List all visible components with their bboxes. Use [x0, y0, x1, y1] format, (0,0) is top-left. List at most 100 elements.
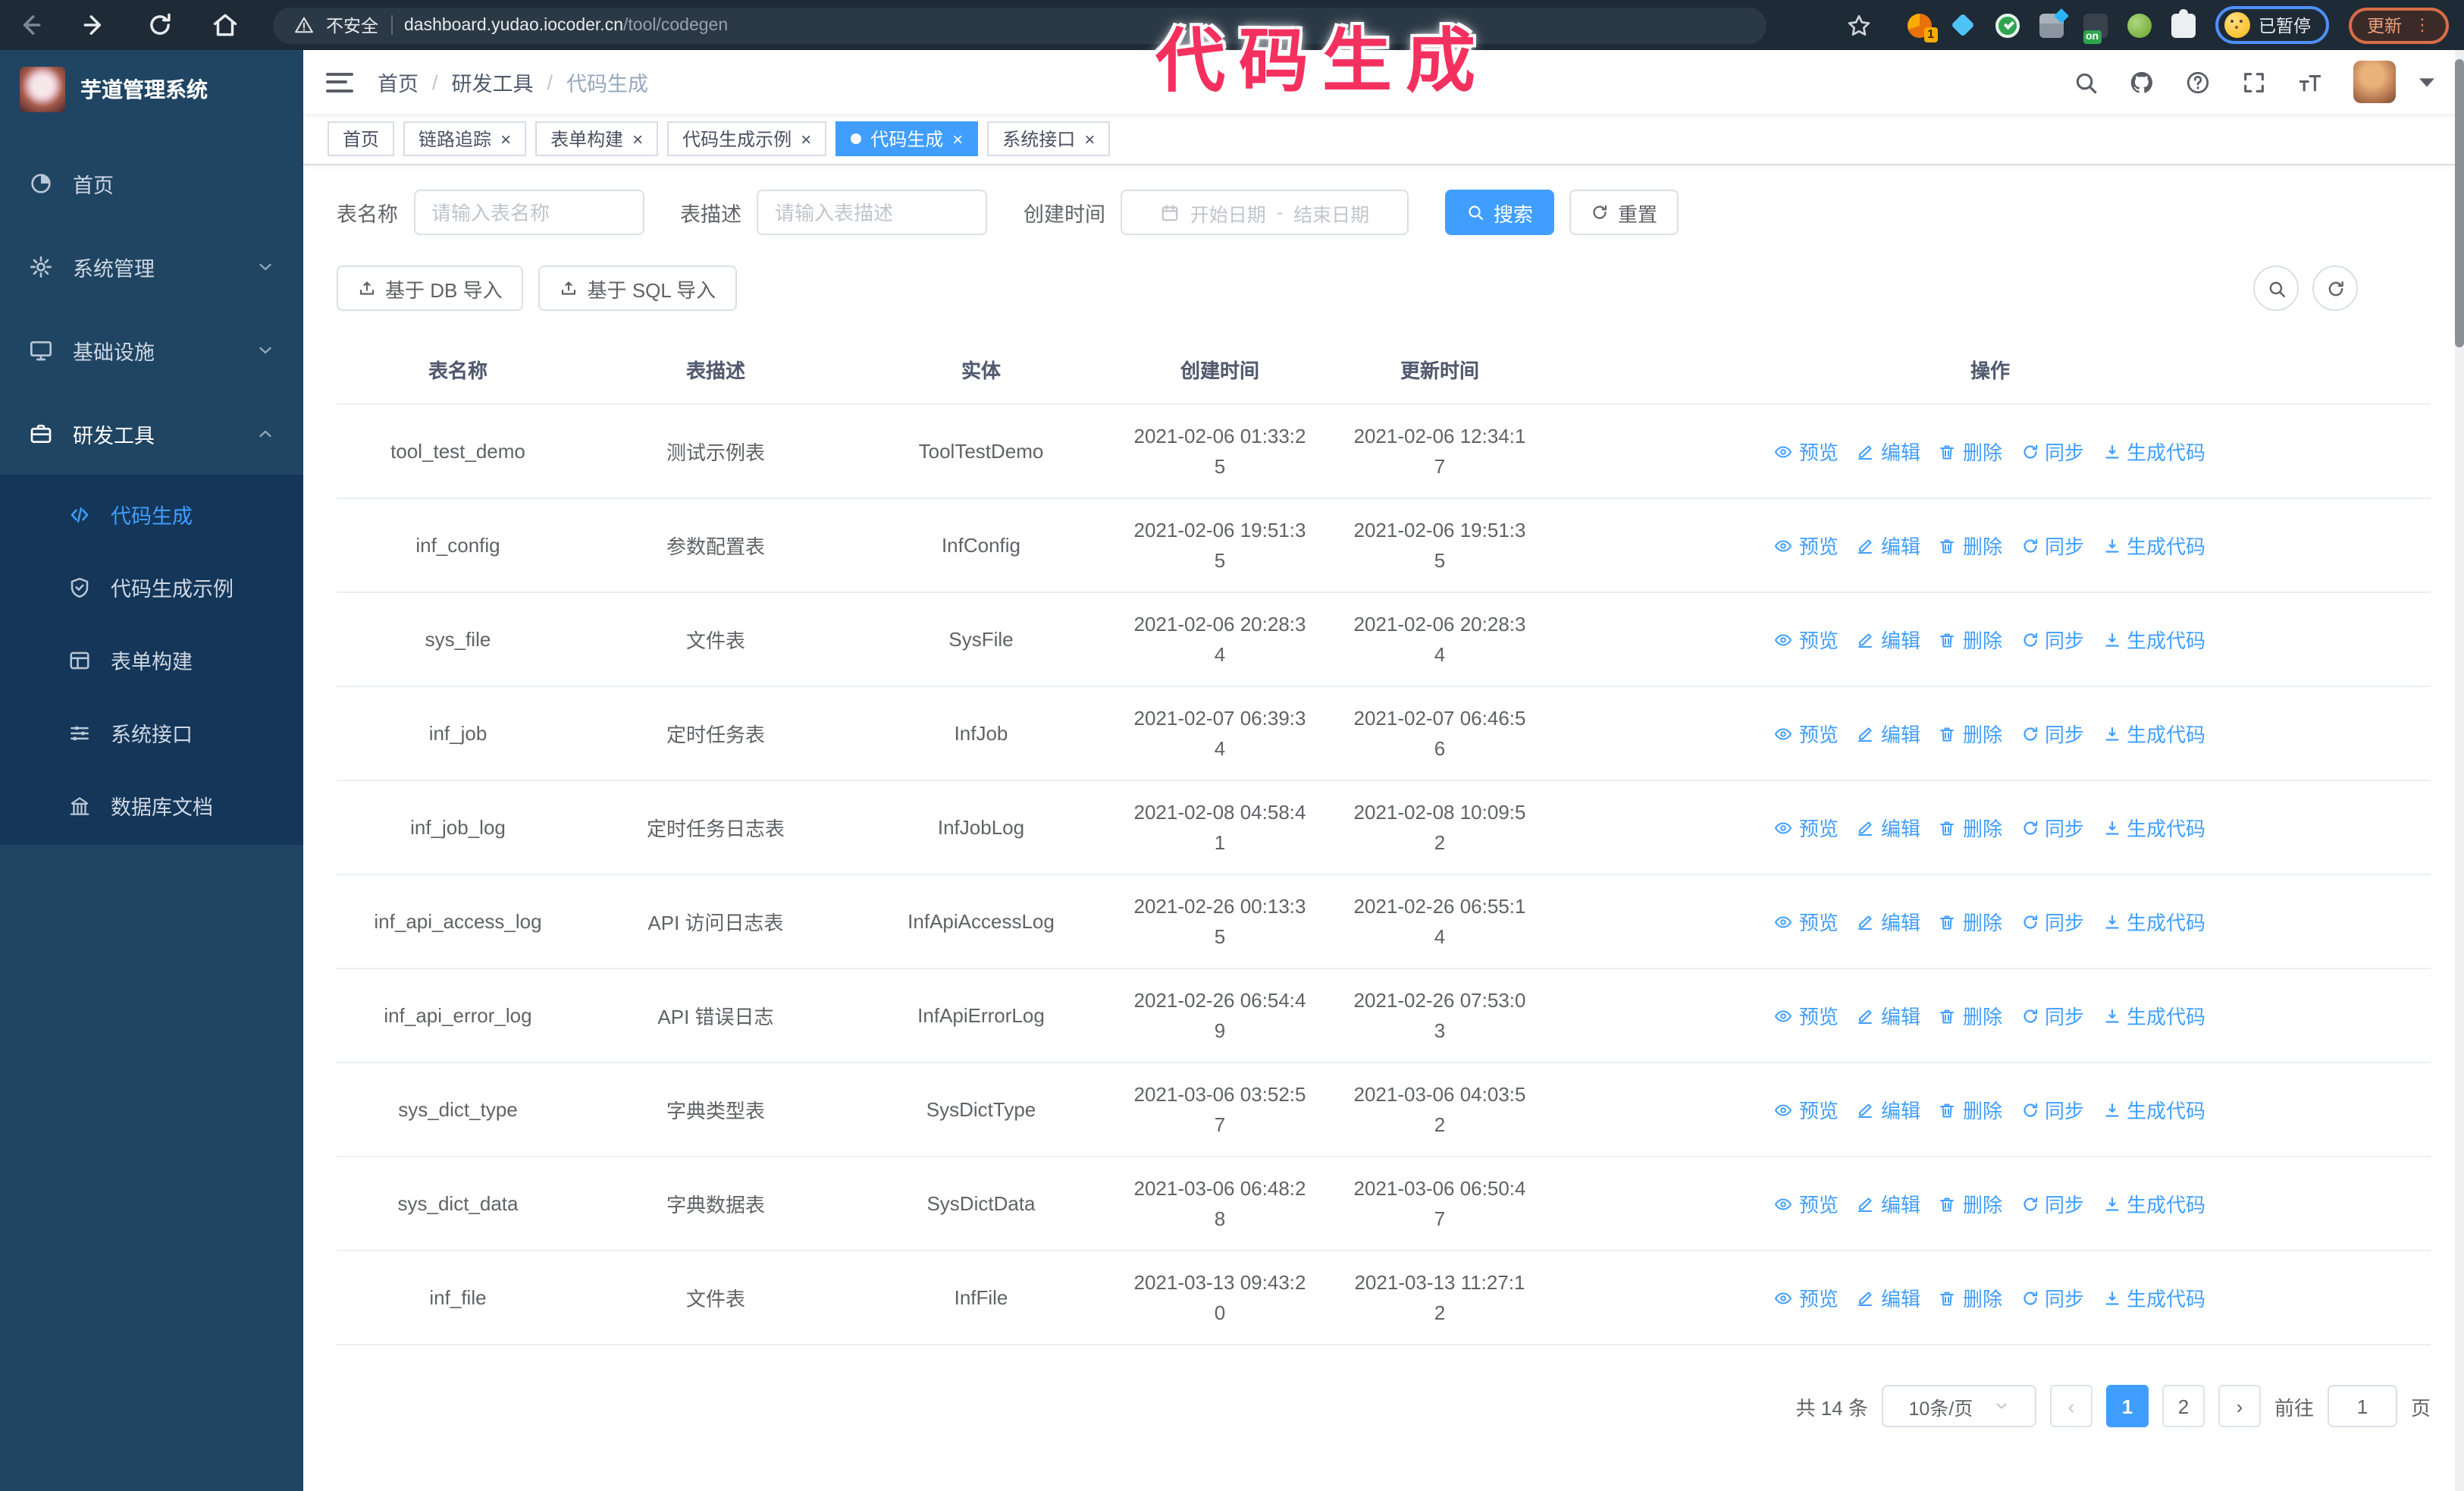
extension-icon-6[interactable]	[2127, 13, 2151, 37]
sidebar-item-infra[interactable]: 基础设施	[0, 308, 303, 391]
chrome-update-button[interactable]: 更新 ⋮	[2349, 7, 2449, 43]
scrollbar-thumb[interactable]	[2455, 59, 2464, 347]
app-logo[interactable]: 芋道管理系统	[0, 50, 303, 129]
hamburger-icon[interactable]	[326, 72, 353, 92]
extensions-puzzle-icon[interactable]	[2171, 8, 2195, 37]
tab-tag[interactable]: 首页	[328, 121, 395, 156]
action-sync[interactable]: 同步	[2020, 1283, 2084, 1312]
browser-menu-icon[interactable]: ⋮	[2414, 15, 2431, 35]
sidebar-subitem-form-builder[interactable]: 表单构建	[0, 623, 303, 696]
caret-down-icon[interactable]	[2414, 69, 2440, 95]
sidebar-subitem-codegen-example[interactable]: 代码生成示例	[0, 551, 303, 623]
action-preview[interactable]: 预览	[1775, 719, 1839, 748]
action-sync[interactable]: 同步	[2020, 437, 2084, 466]
search-button[interactable]: 搜索	[1445, 190, 1555, 235]
action-sync[interactable]: 同步	[2020, 813, 2084, 842]
action-sync[interactable]: 同步	[2020, 531, 2084, 560]
page-number-button[interactable]: 1	[2105, 1385, 2149, 1427]
table-name-input[interactable]	[413, 190, 644, 235]
breadcrumb-dev-tools[interactable]: 研发工具	[452, 67, 534, 97]
sidebar-item-system[interactable]: 系统管理	[0, 224, 303, 308]
action-generate-code[interactable]: 生成代码	[2102, 907, 2205, 936]
action-preview[interactable]: 预览	[1775, 437, 1839, 466]
action-edit[interactable]: 编辑	[1857, 1189, 1920, 1218]
action-generate-code[interactable]: 生成代码	[2102, 1001, 2205, 1030]
font-size-icon[interactable]	[2297, 69, 2323, 95]
action-edit[interactable]: 编辑	[1857, 437, 1920, 466]
bookmark-star-icon[interactable]	[1845, 11, 1872, 39]
help-icon[interactable]	[2185, 69, 2211, 95]
action-delete[interactable]: 删除	[1939, 813, 2002, 842]
extension-icon-5[interactable]: on	[2083, 13, 2107, 43]
profile-paused-badge[interactable]: 已暂停	[2215, 6, 2329, 44]
table-desc-input[interactable]	[757, 190, 987, 235]
goto-page-input[interactable]	[2327, 1385, 2397, 1427]
next-page-button[interactable]: ›	[2218, 1385, 2261, 1427]
close-icon[interactable]: ×	[1084, 130, 1095, 148]
action-sync[interactable]: 同步	[2020, 719, 2084, 748]
action-sync[interactable]: 同步	[2020, 1189, 2084, 1218]
page-size-select[interactable]: 10条/页	[1881, 1385, 2036, 1427]
home-icon[interactable]	[211, 11, 240, 39]
close-icon[interactable]: ×	[801, 130, 811, 148]
page-number-button[interactable]: 2	[2161, 1385, 2205, 1427]
user-avatar[interactable]	[2353, 61, 2396, 103]
action-sync[interactable]: 同步	[2020, 1001, 2084, 1030]
action-edit[interactable]: 编辑	[1857, 719, 1920, 748]
action-edit[interactable]: 编辑	[1857, 1095, 1920, 1124]
action-delete[interactable]: 删除	[1939, 1001, 2002, 1030]
extension-icon-1[interactable]: 1	[1907, 13, 1937, 42]
page-scrollbar[interactable]	[2455, 50, 2464, 1491]
action-generate-code[interactable]: 生成代码	[2102, 719, 2205, 748]
tab-tag[interactable]: 链路追踪 ×	[403, 121, 527, 156]
prev-page-button[interactable]: ‹	[2049, 1385, 2093, 1427]
action-preview[interactable]: 预览	[1775, 813, 1839, 842]
close-icon[interactable]: ×	[632, 130, 643, 148]
fullscreen-icon[interactable]	[2241, 69, 2267, 95]
action-edit[interactable]: 编辑	[1857, 531, 1920, 560]
sidebar-item-dev-tools[interactable]: 研发工具	[0, 391, 303, 475]
tab-tag[interactable]: 代码生成 ×	[835, 121, 979, 156]
action-edit[interactable]: 编辑	[1857, 813, 1920, 842]
action-edit[interactable]: 编辑	[1857, 1283, 1920, 1312]
github-icon[interactable]	[2129, 69, 2155, 95]
action-delete[interactable]: 删除	[1939, 625, 2002, 654]
action-generate-code[interactable]: 生成代码	[2102, 1283, 2205, 1312]
action-generate-code[interactable]: 生成代码	[2102, 1095, 2205, 1124]
reset-button[interactable]: 重置	[1569, 190, 1679, 235]
action-preview[interactable]: 预览	[1775, 1001, 1839, 1030]
sidebar-subitem-system-api[interactable]: 系统接口	[0, 696, 303, 769]
action-preview[interactable]: 预览	[1775, 907, 1839, 936]
action-generate-code[interactable]: 生成代码	[2102, 437, 2205, 466]
breadcrumb-home[interactable]: 首页	[378, 67, 419, 97]
extension-icon-4[interactable]	[2039, 8, 2068, 37]
forward-icon[interactable]	[80, 11, 109, 39]
action-preview[interactable]: 预览	[1775, 1095, 1839, 1124]
reload-icon[interactable]	[146, 11, 174, 39]
action-sync[interactable]: 同步	[2020, 907, 2084, 936]
action-edit[interactable]: 编辑	[1857, 907, 1920, 936]
action-preview[interactable]: 预览	[1775, 1189, 1839, 1218]
action-delete[interactable]: 删除	[1939, 437, 2002, 466]
search-icon[interactable]	[2073, 69, 2099, 95]
action-edit[interactable]: 编辑	[1857, 625, 1920, 654]
address-bar[interactable]: 不安全 dashboard.yudao.iocoder.cn/tool/code…	[273, 7, 1766, 43]
tab-tag[interactable]: 表单构建 ×	[535, 121, 659, 156]
toggle-search-button[interactable]	[2253, 265, 2299, 311]
action-delete[interactable]: 删除	[1939, 1283, 2002, 1312]
sidebar-subitem-codegen[interactable]: 代码生成	[0, 478, 303, 551]
action-delete[interactable]: 删除	[1939, 1189, 2002, 1218]
action-delete[interactable]: 删除	[1939, 907, 2002, 936]
action-generate-code[interactable]: 生成代码	[2102, 813, 2205, 842]
date-range-picker[interactable]: 开始日期 - 结束日期	[1121, 190, 1409, 235]
action-sync[interactable]: 同步	[2020, 625, 2084, 654]
tab-tag[interactable]: 系统接口 ×	[987, 121, 1111, 156]
extension-icon-3[interactable]	[1995, 13, 2019, 37]
sidebar-item-home[interactable]: 首页	[0, 141, 303, 224]
action-generate-code[interactable]: 生成代码	[2102, 531, 2205, 560]
import-db-button[interactable]: 基于 DB 导入	[337, 265, 524, 311]
close-icon[interactable]: ×	[952, 130, 963, 148]
action-generate-code[interactable]: 生成代码	[2102, 625, 2205, 654]
back-icon[interactable]	[15, 11, 44, 39]
import-sql-button[interactable]: 基于 SQL 导入	[538, 265, 738, 311]
